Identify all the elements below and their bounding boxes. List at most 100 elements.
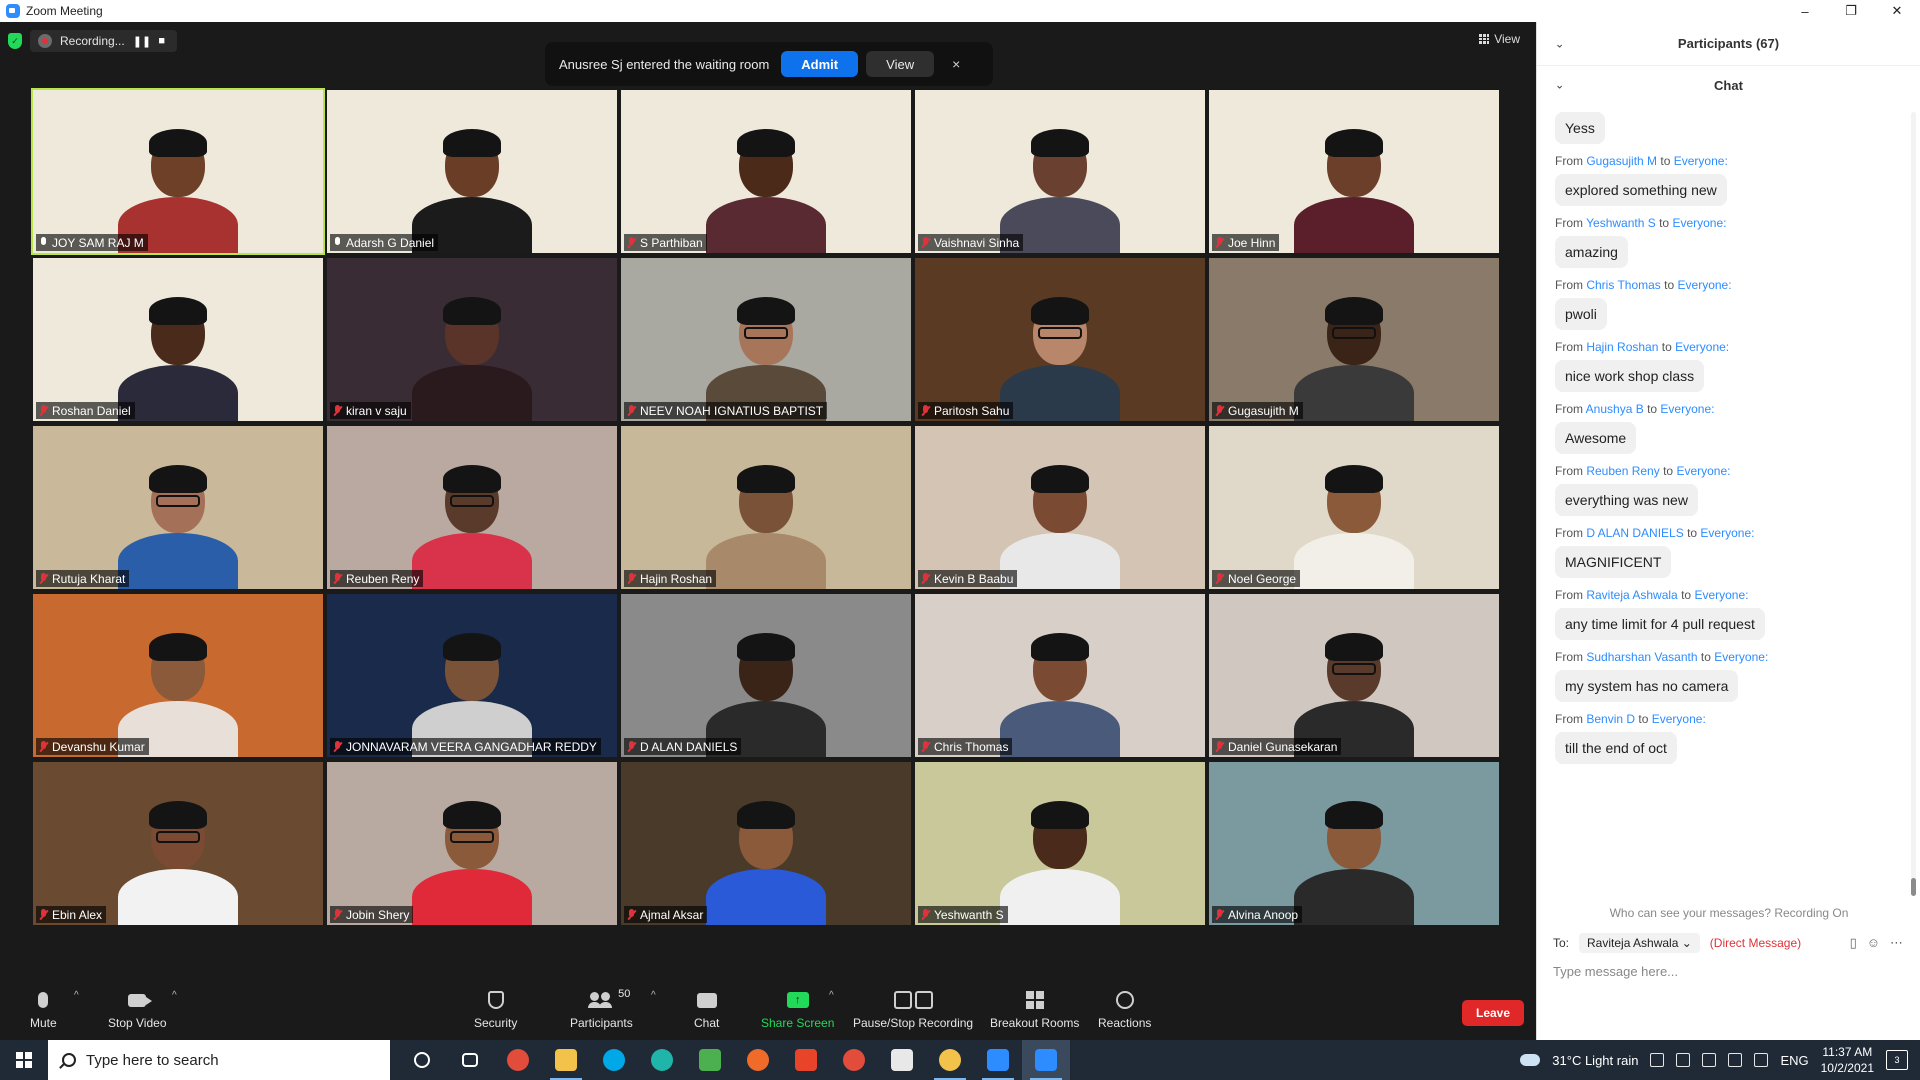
collapse-chat-chevron-icon[interactable]: ⌄ bbox=[1555, 79, 1564, 92]
admit-button[interactable]: Admit bbox=[781, 51, 859, 77]
participant-video-tile[interactable]: NEEV NOAH IGNATIUS BAPTIST bbox=[621, 258, 911, 421]
pause-recording-button[interactable]: ❚❚ bbox=[133, 35, 151, 48]
security-button[interactable]: Security bbox=[474, 990, 517, 1030]
participant-video-tile[interactable]: S Parthiban bbox=[621, 90, 911, 253]
view-waiting-room-button[interactable]: View bbox=[866, 51, 935, 77]
chat-panel-header[interactable]: ⌄ Chat bbox=[1537, 66, 1920, 104]
participant-video-tile[interactable]: Yeshwanth S bbox=[915, 762, 1205, 925]
sender-name[interactable]: Raviteja Ashwala bbox=[1586, 588, 1677, 602]
participant-video-tile[interactable]: Gugasujith M bbox=[1209, 258, 1499, 421]
taskbar-app-spreadsheet[interactable] bbox=[686, 1040, 734, 1080]
stop-recording-button[interactable]: ■ bbox=[155, 35, 169, 47]
chat-message-input[interactable] bbox=[1553, 960, 1903, 982]
view-layout-button[interactable]: View bbox=[1479, 32, 1520, 46]
close-window-button[interactable]: ✕ bbox=[1874, 0, 1920, 22]
share-options-chevron-icon[interactable]: ^ bbox=[829, 990, 834, 1001]
participants-button[interactable]: 50 Participants bbox=[570, 988, 633, 1030]
participant-video-tile[interactable]: JOY SAM RAJ M bbox=[31, 88, 325, 255]
participant-video-tile[interactable]: Daniel Gunasekaran bbox=[1209, 594, 1499, 757]
sender-name[interactable]: Chris Thomas bbox=[1586, 278, 1660, 292]
stop-video-button[interactable]: Stop Video bbox=[108, 990, 167, 1030]
sender-name[interactable]: Hajin Roshan bbox=[1586, 340, 1658, 354]
participant-video-tile[interactable]: Paritosh Sahu bbox=[915, 258, 1205, 421]
volume-icon[interactable] bbox=[1728, 1053, 1743, 1067]
taskbar-app-file-explorer[interactable] bbox=[542, 1040, 590, 1080]
mute-button[interactable]: Mute bbox=[30, 990, 57, 1030]
encryption-shield-icon[interactable]: ✓ bbox=[8, 33, 22, 49]
recipient-select[interactable]: Raviteja Ashwala ⌄ bbox=[1579, 933, 1700, 953]
taskbar-app-skype[interactable] bbox=[590, 1040, 638, 1080]
participant-video-tile[interactable]: Reuben Reny bbox=[327, 426, 617, 589]
participant-video-tile[interactable]: Jobin Shery bbox=[327, 762, 617, 925]
language-indicator[interactable]: ENG bbox=[1780, 1053, 1808, 1068]
recipient-name[interactable]: Everyone: bbox=[1660, 402, 1714, 416]
participant-video-tile[interactable]: D ALAN DANIELS bbox=[621, 594, 911, 757]
chat-scrollbar[interactable] bbox=[1911, 112, 1916, 892]
sender-name[interactable]: Reuben Reny bbox=[1586, 464, 1659, 478]
more-options-icon[interactable]: ⋯ bbox=[1890, 935, 1903, 951]
participant-video-tile[interactable]: Devanshu Kumar bbox=[33, 594, 323, 757]
taskbar-app-chrome[interactable] bbox=[494, 1040, 542, 1080]
close-notification-icon[interactable]: × bbox=[952, 56, 960, 72]
emoji-icon[interactable]: ☺ bbox=[1867, 935, 1880, 951]
taskbar-app-chrome-2[interactable] bbox=[830, 1040, 878, 1080]
participant-video-tile[interactable]: Ajmal Aksar bbox=[621, 762, 911, 925]
sender-name[interactable]: Anushya B bbox=[1586, 402, 1644, 416]
participant-video-tile[interactable]: JONNAVARAM VEERA GANGADHAR REDDY bbox=[327, 594, 617, 757]
recipient-name[interactable]: Everyone: bbox=[1672, 216, 1726, 230]
restore-button[interactable]: ❐ bbox=[1828, 0, 1874, 22]
mic-tray-icon[interactable] bbox=[1754, 1053, 1769, 1067]
sender-name[interactable]: Benvin D bbox=[1586, 712, 1635, 726]
taskbar-app-cortana[interactable] bbox=[398, 1040, 446, 1080]
participant-video-tile[interactable]: Adarsh G Daniel bbox=[327, 90, 617, 253]
taskbar-app-edge[interactable] bbox=[638, 1040, 686, 1080]
participants-options-chevron-icon[interactable]: ^ bbox=[651, 990, 656, 1001]
recipient-name[interactable]: Everyone: bbox=[1700, 526, 1754, 540]
sender-name[interactable]: D ALAN DANIELS bbox=[1586, 526, 1683, 540]
breakout-rooms-button[interactable]: Breakout Rooms bbox=[990, 990, 1079, 1030]
taskbar-app-store[interactable] bbox=[878, 1040, 926, 1080]
taskbar-app-task-view[interactable] bbox=[446, 1040, 494, 1080]
sender-name[interactable]: Sudharshan Vasanth bbox=[1586, 650, 1697, 664]
participant-video-tile[interactable]: kiran v saju bbox=[327, 258, 617, 421]
recipient-name[interactable]: Everyone: bbox=[1674, 154, 1728, 168]
taskbar-app-zoom[interactable] bbox=[1022, 1040, 1070, 1080]
start-button[interactable] bbox=[0, 1040, 48, 1080]
chat-button[interactable]: Chat bbox=[694, 990, 719, 1030]
recipient-name[interactable]: Everyone: bbox=[1652, 712, 1706, 726]
audio-options-chevron-icon[interactable]: ^ bbox=[74, 990, 79, 1001]
participant-video-tile[interactable]: Chris Thomas bbox=[915, 594, 1205, 757]
weather-text[interactable]: 31°C Light rain bbox=[1552, 1053, 1638, 1068]
clock[interactable]: 11:37 AM 10/2/2021 bbox=[1821, 1044, 1874, 1076]
sender-name[interactable]: Yeshwanth S bbox=[1586, 216, 1656, 230]
battery-icon[interactable] bbox=[1702, 1053, 1717, 1067]
share-screen-button[interactable]: ↑ Share Screen bbox=[761, 990, 834, 1030]
video-options-chevron-icon[interactable]: ^ bbox=[172, 990, 177, 1001]
recipient-name[interactable]: Everyone: bbox=[1714, 650, 1768, 664]
file-icon[interactable]: ▯ bbox=[1850, 935, 1857, 951]
participant-video-tile[interactable]: Joe Hinn bbox=[1209, 90, 1499, 253]
taskbar-app-office[interactable] bbox=[782, 1040, 830, 1080]
participant-video-tile[interactable]: Roshan Daniel bbox=[33, 258, 323, 421]
recipient-name[interactable]: Everyone: bbox=[1678, 278, 1732, 292]
recipient-name[interactable]: Everyone: bbox=[1694, 588, 1748, 602]
participant-video-tile[interactable]: Kevin B Baabu bbox=[915, 426, 1205, 589]
participants-panel-header[interactable]: ⌄ Participants (67) bbox=[1537, 22, 1920, 66]
taskbar-search[interactable]: Type here to search bbox=[48, 1040, 390, 1080]
notification-center-icon[interactable]: 3 bbox=[1886, 1050, 1908, 1070]
recipient-name[interactable]: Everyone: bbox=[1675, 340, 1729, 354]
taskbar-app-chrome-3[interactable] bbox=[926, 1040, 974, 1080]
minimize-button[interactable]: – bbox=[1782, 0, 1828, 22]
pause-stop-recording-button[interactable]: Pause/Stop Recording bbox=[853, 990, 973, 1030]
taskbar-app-photos[interactable] bbox=[974, 1040, 1022, 1080]
participant-video-tile[interactable]: Hajin Roshan bbox=[621, 426, 911, 589]
taskbar-app-firefox[interactable] bbox=[734, 1040, 782, 1080]
reactions-button[interactable]: Reactions bbox=[1098, 990, 1151, 1030]
network-icon[interactable] bbox=[1650, 1053, 1665, 1067]
who-can-see-link[interactable]: Who can see your messages? Recording On bbox=[1537, 906, 1920, 920]
leave-button[interactable]: Leave bbox=[1462, 1000, 1524, 1026]
participant-video-tile[interactable]: Alvina Anoop bbox=[1209, 762, 1499, 925]
collapse-participants-chevron-icon[interactable]: ⌄ bbox=[1555, 37, 1564, 50]
sender-name[interactable]: Gugasujith M bbox=[1586, 154, 1657, 168]
chat-scroll-thumb[interactable] bbox=[1911, 878, 1916, 896]
